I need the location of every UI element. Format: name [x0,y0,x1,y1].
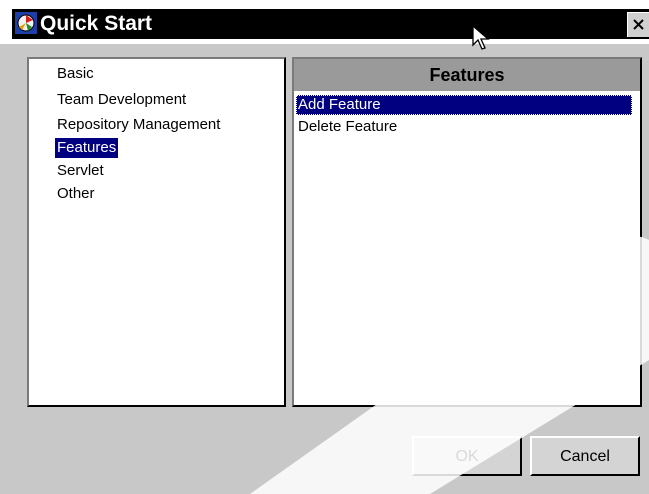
panel-header: Features [294,59,640,91]
close-icon [633,19,644,30]
cancel-button[interactable]: Cancel [530,436,640,476]
category-item-other[interactable]: Other [55,184,97,204]
category-item-team-development[interactable]: Team Development [55,90,188,110]
window-title: Quick Start [40,12,153,35]
ok-button[interactable]: OK [412,436,522,476]
category-item-basic[interactable]: Basic [55,64,96,84]
feature-item-delete-feature[interactable]: Delete Feature [296,117,399,137]
mouse-pointer-icon [472,24,490,58]
quick-start-dialog: Quick Start Basic Team Development Repos… [0,0,649,494]
category-item-features[interactable]: Features [55,138,119,158]
category-item-servlet[interactable]: Servlet [55,161,106,181]
feature-panel: Features Add Feature Delete Feature [292,57,642,407]
feature-item-add-feature[interactable]: Add Feature [296,95,632,115]
app-logo-icon [14,11,38,35]
title-bar: Quick Start [0,0,649,50]
category-list[interactable]: Basic Team Development Repository Manage… [27,57,286,407]
close-button[interactable] [627,12,649,37]
category-item-repository-management[interactable]: Repository Management [55,115,222,135]
